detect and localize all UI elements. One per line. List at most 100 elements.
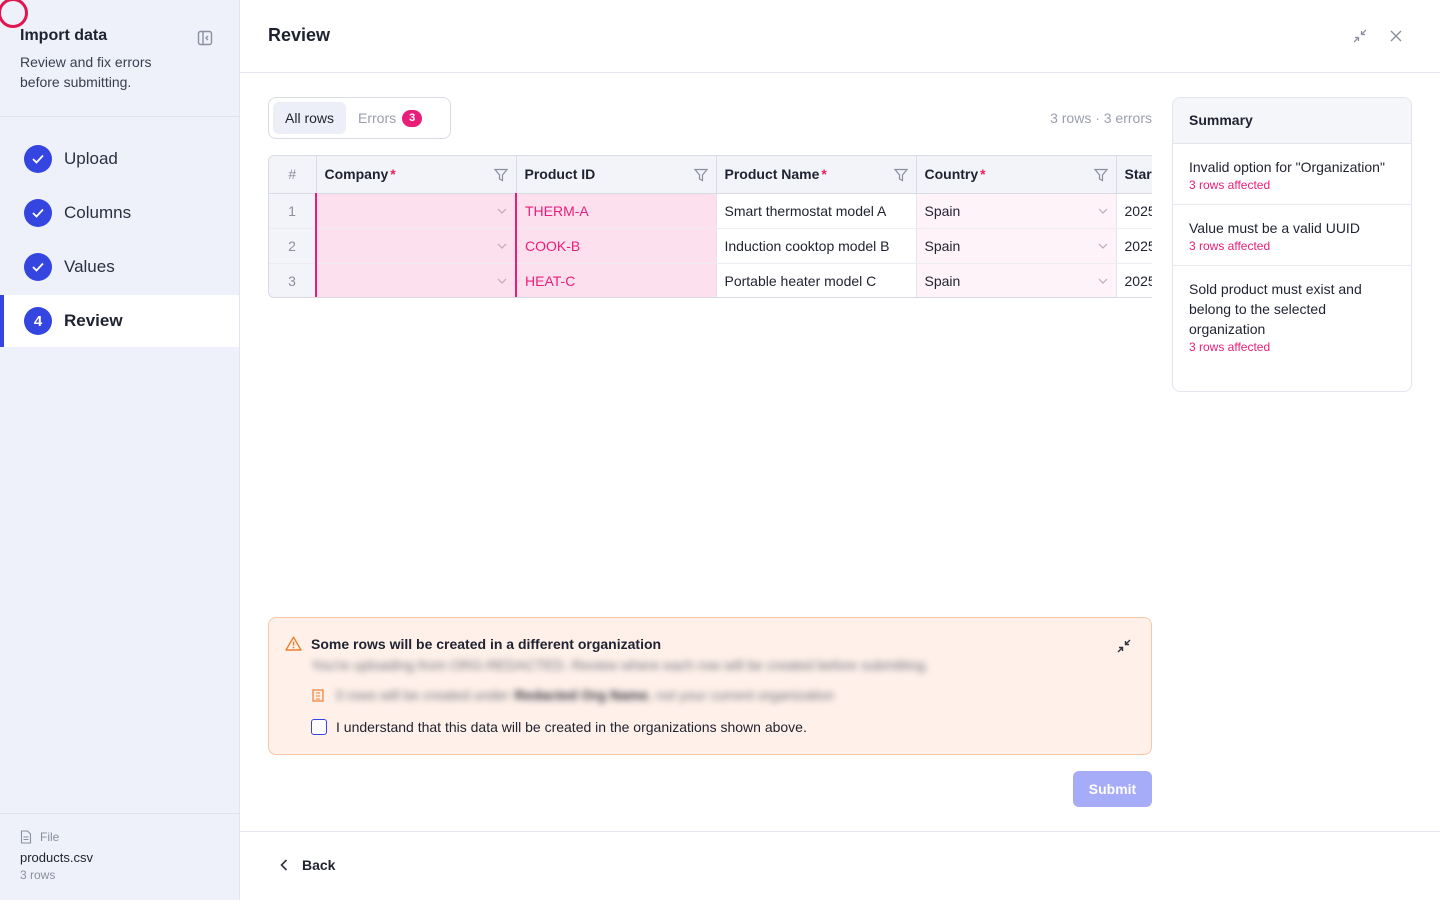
errors-count-badge: 3 (402, 109, 423, 127)
cell-value: Spain (924, 202, 961, 219)
sidebar: Import data Review and fix errors before… (0, 0, 240, 900)
column-header-product-name: Product Name * (716, 156, 917, 194)
step-upload[interactable]: Upload (0, 133, 239, 185)
check-icon (24, 253, 52, 281)
country-select-cell[interactable]: Spain (916, 193, 1117, 229)
cell-value: Spain (924, 237, 961, 254)
product-id-cell[interactable]: THERM-A (515, 193, 717, 229)
tab-errors[interactable]: Errors 3 (346, 102, 434, 134)
summary-error-item[interactable]: Sold product must exist and belong to th… (1173, 266, 1411, 366)
filter-icon[interactable] (893, 167, 909, 183)
tab-all-rows[interactable]: All rows (273, 102, 347, 134)
back-label: Back (302, 857, 336, 873)
sidebar-title: Import data (20, 27, 108, 44)
cursor-indicator (0, 0, 28, 28)
rows-affected: 3 rows affected (1189, 340, 1271, 354)
chevron-down-icon (497, 278, 507, 284)
table-row: 1 THERM-A Smart thermostat model A Spain… (269, 193, 1152, 229)
org-line-suffix: , not your current organization (648, 687, 835, 703)
product-name-cell[interactable]: Smart thermostat model A (716, 193, 917, 229)
step-columns[interactable]: Columns (0, 187, 239, 239)
column-header-label: Country (924, 166, 979, 183)
error-message: Value must be a valid UUID (1189, 220, 1360, 236)
step-label: Values (64, 257, 115, 276)
rows-affected: 3 rows affected (1189, 239, 1271, 253)
file-row-count: 3 rows (20, 868, 56, 882)
file-label-text: File (40, 830, 60, 844)
step-label: Upload (64, 149, 118, 168)
company-select-cell[interactable] (315, 193, 517, 229)
row-number: 3 (269, 263, 317, 297)
confirm-organizations-checkbox[interactable]: I understand that this data will be crea… (311, 719, 807, 735)
product-name-cell[interactable]: Induction cooktop model B (716, 228, 917, 264)
chevron-left-icon (280, 859, 288, 871)
start-cell[interactable]: 2025 (1116, 263, 1152, 297)
page-title: Review (268, 25, 331, 45)
review-table: # Company * Product ID Product Name * Coun… (268, 155, 1152, 298)
warning-org-line: 3 rows will be created under Redacted Or… (311, 687, 834, 703)
error-message: Invalid option for "Organization" (1189, 159, 1385, 175)
column-header-label: Company (324, 166, 389, 183)
column-header-company: Company * (316, 156, 517, 194)
cell-value: Spain (924, 272, 961, 289)
chevron-down-icon (1098, 243, 1107, 249)
check-icon (24, 199, 52, 227)
column-header-number: # (269, 156, 317, 194)
start-cell[interactable]: 2025 (1116, 193, 1152, 229)
column-header-start: Star (1116, 156, 1152, 194)
chevron-down-icon (1098, 278, 1107, 284)
collapse-sidebar-icon[interactable] (197, 30, 213, 46)
filter-icon[interactable] (493, 167, 509, 183)
table-row: 2 COOK-B Induction cooktop model B Spain… (269, 228, 1152, 264)
company-select-cell[interactable] (315, 263, 517, 297)
warning-icon (285, 636, 302, 651)
organization-warning: Some rows will be created in a different… (268, 617, 1152, 755)
country-select-cell[interactable]: Spain (916, 263, 1117, 297)
row-error-counts: 3 rows · 3 errors (1050, 110, 1152, 126)
product-id-cell[interactable]: HEAT-C (515, 263, 717, 297)
error-message: Sold product must exist and belong to th… (1189, 281, 1362, 337)
required-marker: * (390, 166, 396, 183)
org-line-prefix: 3 rows will be created under (335, 687, 510, 703)
checkbox[interactable] (311, 719, 327, 735)
filter-icon[interactable] (1093, 167, 1109, 183)
back-button[interactable]: Back (280, 857, 335, 873)
sidebar-description: Review and fix errors before submitting. (20, 54, 152, 90)
summary-error-item[interactable]: Invalid option for "Organization" 3 rows… (1173, 144, 1411, 205)
minimize-icon[interactable] (1350, 26, 1370, 46)
confirm-label: I understand that this data will be crea… (336, 719, 807, 735)
step-values[interactable]: Values (0, 241, 239, 293)
error-summary-panel: Summary Invalid option for "Organization… (1172, 97, 1412, 392)
file-icon (20, 830, 32, 844)
file-name: products.csv (20, 850, 93, 865)
file-label: File (20, 830, 59, 844)
table-row: 3 HEAT-C Portable heater model C Spain 2… (269, 263, 1152, 297)
product-id-cell[interactable]: COOK-B (515, 228, 717, 264)
rows-affected: 3 rows affected (1189, 178, 1271, 192)
building-icon (312, 689, 324, 702)
table-header-row: # Company * Product ID Product Name * Coun… (269, 156, 1152, 194)
tab-errors-label: Errors (358, 110, 397, 126)
collapse-icon[interactable] (1116, 638, 1132, 654)
country-select-cell[interactable]: Spain (916, 228, 1117, 264)
step-label: Columns (64, 203, 132, 222)
column-header-label: Product Name (724, 166, 820, 183)
chevron-down-icon (1098, 208, 1107, 214)
filter-icon[interactable] (693, 167, 709, 183)
header: Review (240, 0, 1440, 73)
row-number: 2 (269, 228, 317, 264)
divider (0, 813, 239, 814)
product-name-cell[interactable]: Portable heater model C (716, 263, 917, 297)
summary-error-item[interactable]: Value must be a valid UUID 3 rows affect… (1173, 205, 1411, 266)
submit-button[interactable]: Submit (1073, 771, 1152, 807)
step-review[interactable]: 4 Review (0, 295, 239, 347)
column-header-product-id: Product ID (516, 156, 717, 194)
step-number: 4 (24, 307, 52, 335)
footer: Back (240, 831, 1440, 900)
column-header-label: Product ID (524, 166, 596, 183)
close-icon[interactable] (1386, 26, 1406, 46)
required-marker: * (821, 166, 827, 183)
divider (0, 116, 239, 117)
company-select-cell[interactable] (315, 228, 517, 264)
start-cell[interactable]: 2025 (1116, 228, 1152, 264)
